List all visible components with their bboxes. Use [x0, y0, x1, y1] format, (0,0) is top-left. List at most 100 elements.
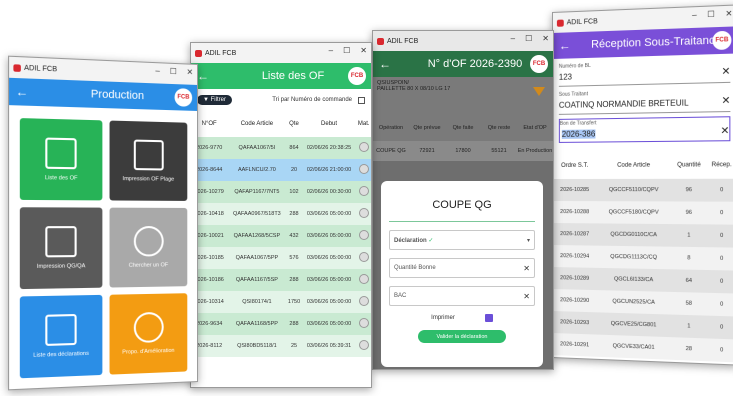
minimize-icon[interactable]: –: [329, 46, 333, 55]
clear-icon[interactable]: ✕: [523, 292, 530, 301]
of-detail-window: ADIL FCB – ☐ ✕ ← N° d'OF 2026-2390 FCB QSI…: [372, 30, 554, 370]
table-row[interactable]: 2026-10314 QSI80174/1 1750 03/06/26 05:00:0…: [191, 291, 371, 313]
search-icon: [134, 226, 164, 257]
declaration-label: Déclaration: [394, 238, 427, 244]
minimize-icon[interactable]: –: [511, 34, 515, 43]
tile-print-qg[interactable]: Impression QG/QA: [20, 207, 102, 289]
magnifier-icon[interactable]: [359, 142, 369, 152]
cell: 102: [286, 181, 301, 203]
cell: 1750: [286, 291, 301, 313]
close-icon[interactable]: ✕: [360, 46, 367, 55]
cell: 20: [286, 159, 301, 181]
table-row[interactable]: 2026-10288 QGCCF5180/CQPV 96 0: [553, 201, 733, 225]
cell: 288: [286, 313, 301, 335]
back-arrow-icon[interactable]: ←: [553, 38, 577, 53]
tile-label: Impression QG/QA: [37, 263, 86, 270]
clear-icon[interactable]: ✕: [721, 66, 730, 78]
field-value[interactable]: 2026-386: [562, 129, 595, 138]
field-value[interactable]: 123: [559, 72, 572, 81]
cell: AAFLNCU/2.70: [227, 159, 286, 181]
cell: 0: [707, 224, 733, 247]
cell: COUPE QG: [373, 148, 409, 154]
check-circle-icon: ✓: [428, 238, 433, 244]
maximize-icon[interactable]: ☐: [525, 34, 532, 43]
cell: 2026-10289: [553, 267, 596, 290]
column-header: Qte prévue: [409, 125, 445, 131]
clear-icon[interactable]: ✕: [523, 264, 530, 273]
operation-row[interactable]: COUPE QG 72921 17800 55121 En Production: [373, 141, 553, 161]
table-row[interactable]: 2026-10287 QGCDG0110C/CA 1 0: [553, 223, 733, 248]
cell: QGCUN2525/CA: [596, 290, 671, 314]
cell: 03/06/26 05:00:00: [302, 247, 357, 269]
dropdown-icon[interactable]: ▾: [527, 237, 530, 244]
validate-button[interactable]: Valider la déclaration: [418, 330, 506, 343]
print-checkbox[interactable]: [485, 314, 493, 322]
back-arrow-icon[interactable]: ←: [9, 84, 35, 100]
quantity-input[interactable]: Quantité Bonne ✕: [389, 258, 535, 278]
app-logo-icon: [195, 50, 202, 57]
cell: QGCCF5110/CQPV: [596, 179, 671, 202]
table-row[interactable]: 2026-9770 QAFAA1067/5I 864 02/06/26 20:38:2…: [191, 137, 371, 159]
table-row[interactable]: 2026-8112 QSI80BD5118/1 25 03/06/26 05:39:3…: [191, 335, 371, 357]
bac-value: BAC: [394, 293, 406, 299]
magnifier-icon[interactable]: [359, 230, 369, 240]
declaration-select[interactable]: Déclaration ✓ ▾: [389, 230, 535, 250]
magnifier-icon[interactable]: [359, 252, 369, 262]
magnifier-icon[interactable]: [359, 340, 369, 350]
table-row[interactable]: 2026-8644 AAFLNCU/2.70 20 02/06/26 21:00:00: [191, 159, 371, 181]
magnifier-icon[interactable]: [359, 208, 369, 218]
maximize-icon[interactable]: ☐: [343, 46, 350, 55]
cell: QGCVE33/CA01: [596, 335, 671, 360]
tile-label: Liste des OF: [45, 175, 78, 182]
magnifier-icon[interactable]: [359, 318, 369, 328]
close-icon[interactable]: ✕: [542, 34, 549, 43]
column-header: Code Article: [596, 152, 671, 179]
minimize-icon[interactable]: –: [692, 10, 697, 19]
table-row[interactable]: 2026-10186 QAFAA1167/5SP 288 03/06/26 05:00…: [191, 269, 371, 291]
table-row[interactable]: 2026-10279 QAFAP1167/7NT5 102 02/06/26 00:3…: [191, 181, 371, 203]
cell: 28: [671, 337, 706, 361]
sort-checkbox[interactable]: [358, 97, 365, 104]
magnifier-icon[interactable]: [359, 296, 369, 306]
cell: 2026-10293: [553, 311, 596, 335]
cell: 1: [671, 315, 706, 339]
close-icon[interactable]: ✕: [725, 9, 732, 19]
maximize-icon[interactable]: ☐: [707, 10, 715, 20]
cell: 03/06/26 05:39:31: [302, 335, 357, 357]
magnifier-icon[interactable]: [359, 186, 369, 196]
transfer-field[interactable]: Bon de Transfert 2026-386 ✕: [559, 116, 731, 143]
table-row[interactable]: 2026-10285 QGCCF5110/CQPV 96 0: [553, 179, 733, 202]
print-label: Imprimer: [431, 315, 455, 321]
tile-of-list[interactable]: Liste des OF: [20, 118, 102, 200]
table-row[interactable]: 2026-9634 QAFAA1168/5PP 288 03/06/26 05:00:…: [191, 313, 371, 335]
tile-search-of[interactable]: Chercher un OF: [109, 208, 187, 288]
minimize-icon[interactable]: –: [155, 66, 159, 75]
magnifier-icon[interactable]: [359, 164, 369, 174]
production-window: ADIL FCB – ☐ ✕ ← Production FCB Liste des …: [8, 56, 198, 391]
close-icon[interactable]: ✕: [187, 68, 194, 77]
table-row[interactable]: 2026-10021 QAFAA1268/5CSP 432 03/06/26 05:0…: [191, 225, 371, 247]
warning-triangle-icon: [533, 87, 545, 96]
clear-icon[interactable]: ✕: [721, 95, 730, 107]
back-arrow-icon[interactable]: ←: [373, 57, 397, 71]
bac-input[interactable]: BAC ✕: [389, 286, 535, 306]
field-value[interactable]: COATINQ NORMANDIE BRETEUIL: [559, 98, 689, 110]
tile-declarations[interactable]: Liste des déclarations: [20, 295, 102, 378]
printer-add-icon: [46, 226, 77, 257]
cell: QAFAA1268/5CSP: [227, 225, 286, 247]
table-row[interactable]: 2026-10418 QAFAA0967/518T3 288 03/06/26 05:…: [191, 203, 371, 225]
subcontractor-field[interactable]: Sous Traitant COATINQ NORMANDIE BRETEUIL…: [559, 87, 731, 115]
cell: QGCVE25/CG801: [596, 312, 671, 337]
table-row[interactable]: 2026-10185 QAFAA1067/5PP 576 03/06/26 05:00…: [191, 247, 371, 269]
clear-icon[interactable]: ✕: [720, 126, 729, 138]
dialog-title: COUPE QG: [389, 199, 535, 222]
filter-button[interactable]: ▼ Filtrer: [197, 95, 232, 105]
table-row[interactable]: 2026-10291 QGCVE33/CA01 28 0: [553, 333, 733, 362]
tile-improvement[interactable]: Propo. d'Amélioration: [109, 293, 187, 374]
cell: 96: [671, 179, 706, 202]
maximize-icon[interactable]: ☐: [170, 67, 177, 76]
tile-print-range[interactable]: Impression OF Plage: [109, 121, 187, 201]
cell: QAFAP1167/7NT5: [227, 181, 286, 203]
bl-number-field[interactable]: Numéro de BL 123 ✕: [559, 58, 731, 87]
magnifier-icon[interactable]: [359, 274, 369, 284]
